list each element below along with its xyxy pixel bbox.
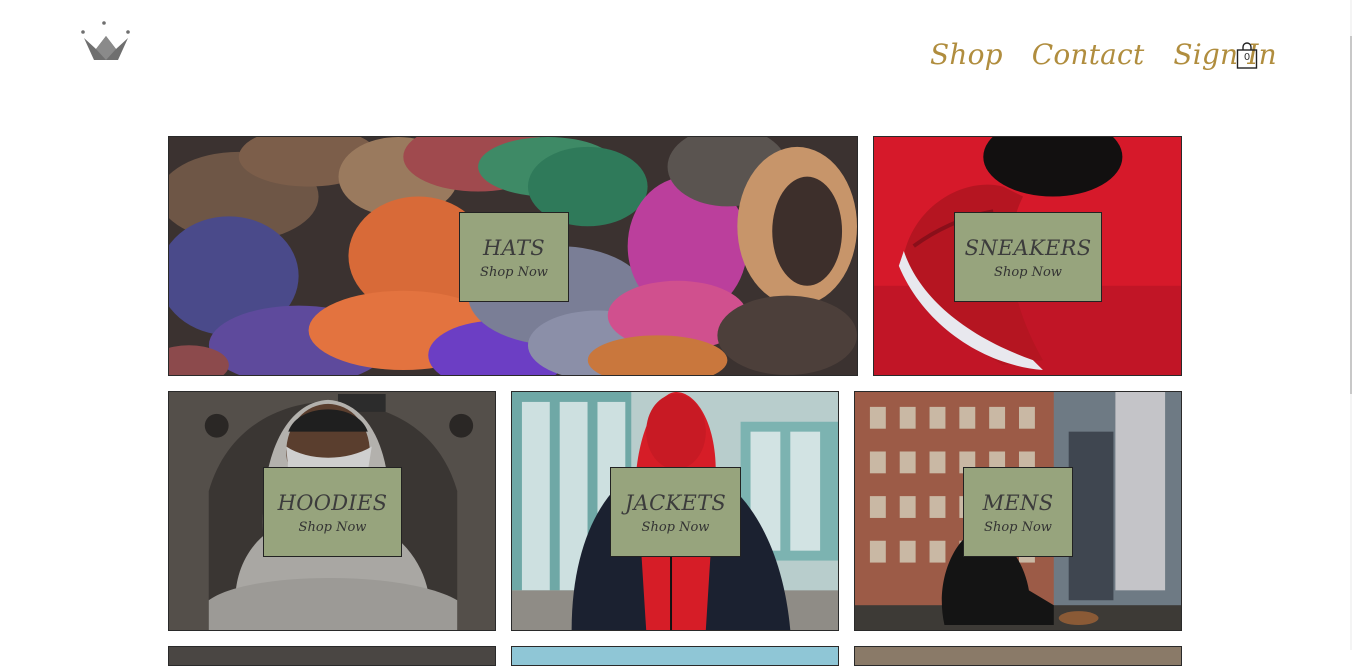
category-label-mens[interactable]: MENS Shop Now	[963, 467, 1073, 557]
category-tile-partial-2[interactable]	[511, 646, 839, 666]
category-label-jackets[interactable]: JACKETS Shop Now	[610, 467, 741, 557]
category-tile-partial-1[interactable]	[168, 646, 496, 666]
nav-contact-link[interactable]: Contact	[1032, 38, 1145, 71]
category-title: JACKETS	[624, 490, 727, 515]
crown-icon[interactable]	[80, 20, 132, 62]
cart-count: 0	[1243, 52, 1251, 63]
category-label-sneakers[interactable]: SNEAKERS Shop Now	[954, 212, 1102, 302]
category-title: HATS	[483, 235, 545, 260]
category-label-hoodies[interactable]: HOODIES Shop Now	[263, 467, 402, 557]
category-tile-jackets[interactable]: JACKETS Shop Now	[511, 391, 839, 631]
category-tile-partial-3[interactable]	[854, 646, 1182, 666]
category-tile-hats[interactable]: HATS Shop Now	[168, 136, 858, 376]
nav-shop-link[interactable]: Shop	[930, 38, 1003, 71]
category-title: SNEAKERS	[964, 235, 1092, 260]
shop-now-link[interactable]: Shop Now	[984, 520, 1052, 535]
nav-signin-link[interactable]: Sign In	[1173, 38, 1277, 71]
shop-now-link[interactable]: Shop Now	[994, 265, 1062, 280]
category-title: MENS	[982, 490, 1054, 515]
category-tile-sneakers[interactable]: SNEAKERS Shop Now	[873, 136, 1182, 376]
category-tile-hoodies[interactable]: HOODIES Shop Now	[168, 391, 496, 631]
category-tile-mens[interactable]: MENS Shop Now	[854, 391, 1182, 631]
shop-now-link[interactable]: Shop Now	[299, 520, 367, 535]
category-title: HOODIES	[277, 490, 388, 515]
category-label-hats[interactable]: HATS Shop Now	[459, 212, 569, 302]
shop-now-link[interactable]: Shop Now	[480, 265, 548, 280]
shop-now-link[interactable]: Shop Now	[642, 520, 710, 535]
cart-button[interactable]: 0	[1236, 42, 1258, 69]
